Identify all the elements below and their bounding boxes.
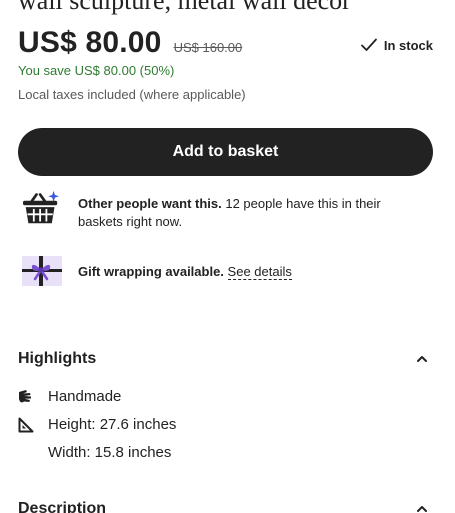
highlight-handmade: Handmade (18, 388, 121, 405)
highlight-height: Height: 27.6 inches (18, 416, 176, 433)
taxes-note: Local taxes included (where applicable) (18, 87, 246, 102)
stock-label: In stock (383, 37, 433, 53)
check-icon (360, 38, 377, 51)
highlights-title: Highlights (18, 350, 97, 367)
ruler-triangle-icon (18, 417, 34, 432)
listing-page: wall sculpture, metal wall decor US$ 80.… (0, 0, 455, 513)
highlights-header[interactable]: Highlights (18, 350, 433, 368)
description-header[interactable]: Description (18, 500, 433, 513)
gift-bold: Gift wrapping available. (78, 264, 224, 279)
height-label: Height: 27.6 inches (48, 416, 177, 433)
hand-icon (19, 389, 31, 402)
original-price: US$ 160.00 (173, 40, 243, 55)
description-title: Description (18, 500, 107, 513)
width-label: Width: 15.8 inches (48, 444, 172, 461)
demand-notice: Other people want this. 12 people have t… (18, 190, 408, 231)
see-details-link[interactable]: See details (227, 264, 292, 280)
current-price: US$ 80.00 (18, 26, 162, 59)
chevron-up-icon (417, 356, 427, 362)
gift-text: Gift wrapping available. See details (78, 263, 408, 281)
demand-text: Other people want this. 12 people have t… (78, 195, 408, 231)
basket-sparkle-icon (23, 190, 59, 224)
highlight-width: Width: 15.8 inches (18, 444, 171, 461)
demand-bold: Other people want this. (78, 196, 222, 211)
handmade-label: Handmade (48, 388, 122, 405)
chevron-up-icon (417, 506, 427, 512)
gift-wrap-notice: Gift wrapping available. See details (18, 254, 408, 290)
product-title: wall sculpture, metal wall decor (18, 0, 351, 15)
stock-status: In stock (360, 36, 433, 54)
price-row: US$ 80.00 US$ 160.00 (18, 26, 242, 60)
add-to-basket-button[interactable]: Add to basket (18, 128, 433, 176)
gift-wrap-icon (22, 256, 62, 286)
savings-text: You save US$ 80.00 (50%) (18, 63, 175, 78)
